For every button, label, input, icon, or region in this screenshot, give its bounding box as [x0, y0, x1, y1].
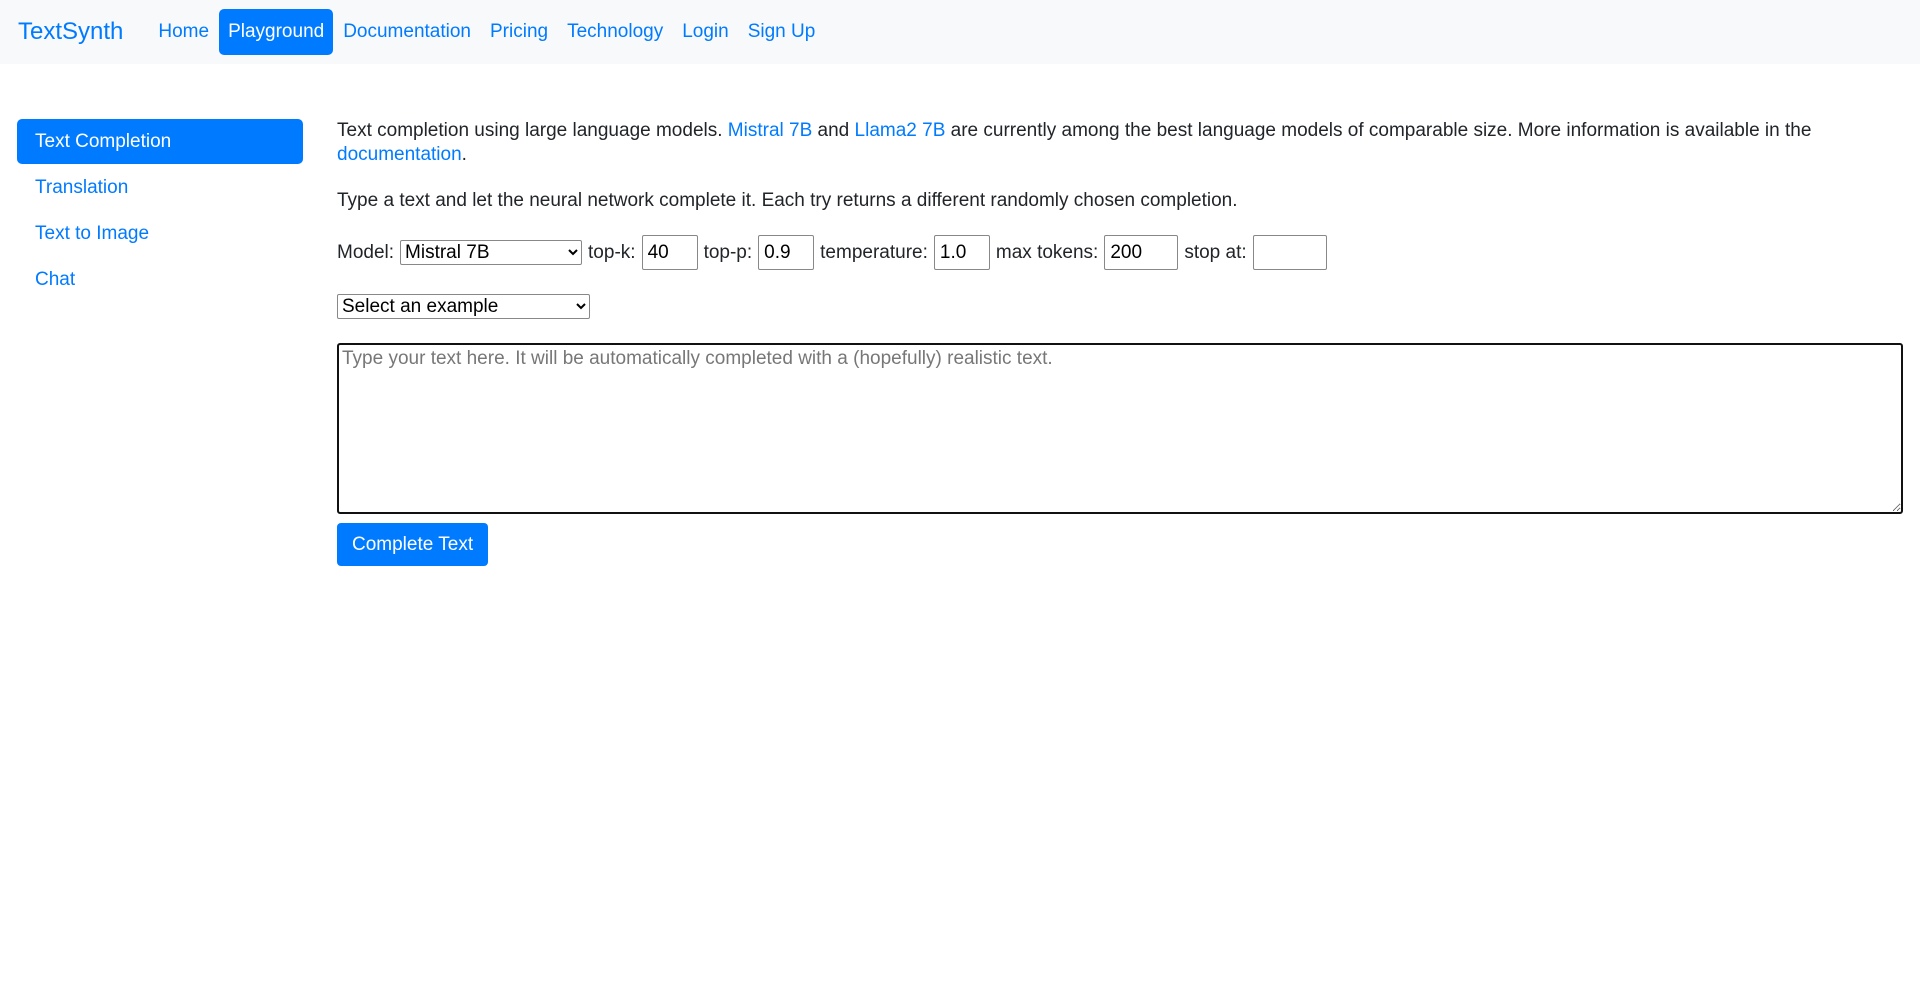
example-select[interactable]: Select an example — [337, 294, 590, 319]
intro-part: . — [461, 144, 467, 165]
nav-playground[interactable]: Playground — [219, 9, 334, 55]
llama2-link[interactable]: Llama2 7B — [855, 120, 946, 141]
topk-label: top-k: — [588, 241, 636, 263]
main-content: Text completion using large language mod… — [337, 119, 1903, 566]
documentation-link[interactable]: documentation — [337, 144, 462, 165]
complete-text-button[interactable]: Complete Text — [337, 523, 489, 566]
topp-label: top-p: — [703, 241, 753, 263]
topk-input[interactable] — [641, 235, 698, 270]
nav-technology[interactable]: Technology — [558, 9, 672, 55]
topp-input[interactable] — [758, 235, 815, 270]
stop-at-input[interactable] — [1252, 235, 1327, 270]
example-row: Select an example — [337, 294, 1903, 319]
sidebar-item-chat[interactable]: Chat — [17, 257, 303, 302]
model-select[interactable]: Mistral 7B — [400, 240, 583, 265]
max-tokens-label: max tokens: — [995, 241, 1099, 263]
nav-documentation[interactable]: Documentation — [334, 9, 480, 55]
max-tokens-input[interactable] — [1104, 235, 1179, 270]
model-label: Model: — [337, 241, 395, 263]
sidebar: Text Completion Translation Text to Imag… — [0, 119, 303, 566]
nav-pricing[interactable]: Pricing — [481, 9, 557, 55]
prompt-textarea[interactable] — [337, 343, 1903, 514]
sidebar-item-text-completion[interactable]: Text Completion — [17, 119, 303, 164]
intro-part: Text completion using large language mod… — [337, 120, 728, 141]
temperature-label: temperature: — [820, 241, 928, 263]
instruction-text: Type a text and let the neural network c… — [337, 190, 1238, 211]
brand-logo[interactable]: TextSynth — [18, 18, 123, 46]
nav-sign-up[interactable]: Sign Up — [739, 9, 825, 55]
mistral-link[interactable]: Mistral 7B — [728, 120, 812, 141]
nav-home[interactable]: Home — [149, 9, 218, 55]
intro-part: are currently among the best language mo… — [945, 120, 1812, 141]
stop-at-label: stop at: — [1184, 241, 1247, 263]
nav-login[interactable]: Login — [673, 9, 738, 55]
intro-part: and — [812, 120, 855, 141]
temperature-input[interactable] — [933, 235, 990, 270]
sidebar-item-translation[interactable]: Translation — [17, 165, 303, 210]
params-row: Model: Mistral 7B top-k: top-p: temperat… — [337, 235, 1903, 270]
top-navbar: TextSynth Home Playground Documentation … — [0, 0, 1920, 64]
intro-text: Text completion using large language mod… — [337, 119, 1903, 167]
sidebar-item-text-to-image[interactable]: Text to Image — [17, 211, 303, 256]
